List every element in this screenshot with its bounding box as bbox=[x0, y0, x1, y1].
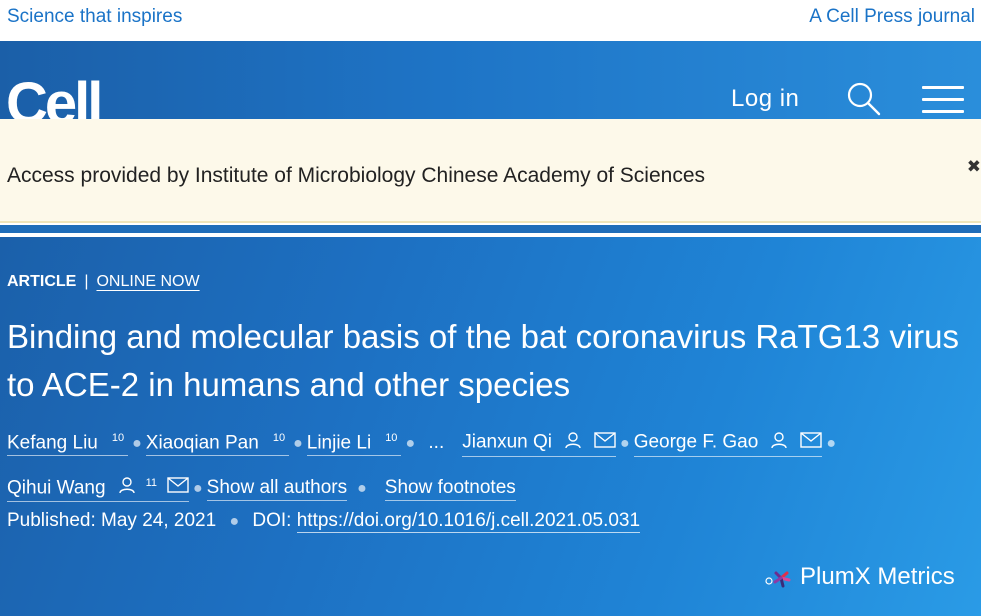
article-type: ARTICLE bbox=[7, 273, 77, 290]
published-label: Published: bbox=[7, 510, 96, 531]
plumx-metrics-link[interactable]: PlumX Metrics bbox=[764, 563, 955, 591]
author-list: Kefang Liu 10 ● Xiaoqian Pan 10 ● Linjie Li 10 ●… bbox=[7, 421, 967, 511]
author-link[interactable]: George F. Gao bbox=[633, 431, 823, 458]
article-kicker: ARTICLE | ONLINE NOW bbox=[7, 273, 200, 291]
journal-link[interactable]: A Cell Press journal bbox=[809, 6, 975, 28]
login-button[interactable]: Log in bbox=[731, 85, 799, 113]
person-icon bbox=[118, 476, 136, 499]
top-bar: Science that inspires A Cell Press journ… bbox=[0, 0, 981, 41]
article-header: ARTICLE | ONLINE NOW Binding and molecular… bbox=[0, 237, 981, 616]
person-icon bbox=[770, 431, 788, 454]
author-link[interactable]: Kefang Liu 10 bbox=[7, 428, 129, 456]
kicker-separator: | bbox=[84, 273, 89, 290]
show-all-authors-link[interactable]: Show all authors bbox=[206, 478, 348, 501]
doi-link[interactable]: https://doi.org/10.1016/j.cell.2021.05.0… bbox=[296, 510, 641, 533]
plumx-icon bbox=[764, 563, 800, 590]
person-icon bbox=[564, 431, 582, 454]
search-icon[interactable] bbox=[846, 81, 882, 117]
article-title: Binding and molecular basis of the bat c… bbox=[7, 318, 959, 403]
online-now-link[interactable]: ONLINE NOW bbox=[96, 273, 199, 290]
mail-icon[interactable] bbox=[594, 432, 616, 453]
author-ellipsis: ... bbox=[428, 432, 445, 453]
cell-logo[interactable]: Cell bbox=[6, 75, 103, 120]
doi-label: DOI: bbox=[252, 510, 292, 531]
close-icon[interactable]: ✖ bbox=[967, 157, 981, 177]
menu-icon[interactable] bbox=[922, 86, 964, 116]
access-banner: Access provided by Institute of Microbio… bbox=[0, 119, 981, 223]
author-link[interactable]: Linjie Li 10 bbox=[306, 428, 402, 456]
author-link[interactable]: Qihui Wang 11 bbox=[7, 473, 189, 503]
tagline: Science that inspires bbox=[7, 6, 183, 27]
author-link[interactable]: Xiaoqian Pan 10 bbox=[145, 428, 290, 456]
divider-strip bbox=[0, 225, 981, 233]
plumx-label: PlumX Metrics bbox=[800, 563, 955, 590]
mail-icon[interactable] bbox=[800, 432, 823, 453]
show-footnotes-link[interactable]: Show footnotes bbox=[384, 478, 516, 501]
site-header: Cell Log in bbox=[0, 41, 981, 119]
published-date: May 24, 2021 bbox=[101, 510, 217, 531]
publication-info: Published: May 24, 2021 ● DOI: https://d… bbox=[7, 510, 641, 533]
mail-icon[interactable] bbox=[167, 477, 189, 498]
author-link[interactable]: Jianxun Qi bbox=[462, 431, 617, 458]
access-text: Access provided by Institute of Microbio… bbox=[7, 164, 706, 187]
